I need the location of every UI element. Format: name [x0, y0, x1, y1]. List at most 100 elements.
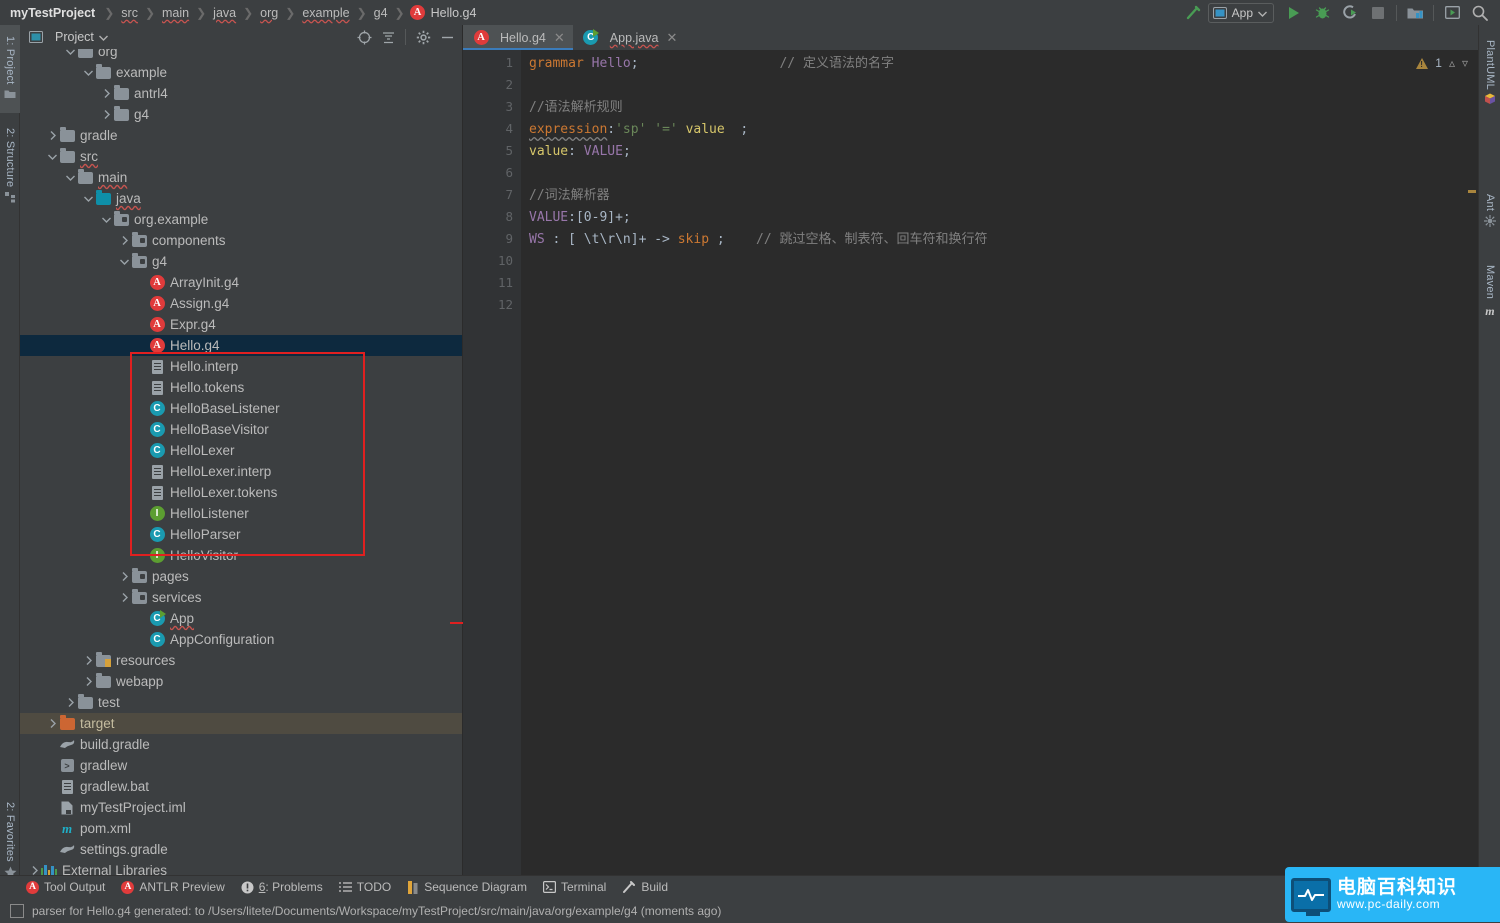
- tree-row-hellovisitor[interactable]: I HelloVisitor: [20, 545, 462, 566]
- tree-row-assign-g4[interactable]: A Assign.g4: [20, 293, 462, 314]
- bottom-tab-tool-output[interactable]: A Tool Output: [26, 880, 105, 894]
- tree-expand-arrow[interactable]: [46, 129, 59, 142]
- tree-expand-arrow[interactable]: [100, 213, 113, 226]
- breadcrumb-item-main[interactable]: main: [160, 6, 191, 20]
- tree-expand-arrow[interactable]: [118, 255, 131, 268]
- tree-row-appconfiguration[interactable]: C AppConfiguration: [20, 629, 462, 650]
- tree-row-components[interactable]: components: [20, 230, 462, 251]
- breadcrumb-file[interactable]: Hello.g4: [431, 6, 477, 20]
- tree-row-gradlew[interactable]: > gradlew: [20, 755, 462, 776]
- tree-row-pom-xml[interactable]: m pom.xml: [20, 818, 462, 839]
- inspection-widget[interactable]: 1 ▵ ▿: [1416, 56, 1468, 70]
- tree-row-arrayinit-g4[interactable]: A ArrayInit.g4: [20, 272, 462, 293]
- sidebar-item-plantuml[interactable]: PlantUML: [1479, 29, 1500, 119]
- tree-expand-arrow[interactable]: [118, 591, 131, 604]
- tree-expand-arrow[interactable]: [46, 150, 59, 163]
- tree-row-mytestproject-iml[interactable]: myTestProject.iml: [20, 797, 462, 818]
- tree-row-app[interactable]: C App: [20, 608, 462, 629]
- hide-icon[interactable]: [436, 27, 458, 47]
- tree-row-pages[interactable]: pages: [20, 566, 462, 587]
- bottom-tab-sequence-diagram[interactable]: Sequence Diagram: [407, 880, 527, 894]
- sidebar-item-maven[interactable]: Maven m: [1479, 255, 1500, 329]
- debug-icon[interactable]: [1308, 2, 1336, 24]
- tab-hello-g4[interactable]: A Hello.g4 ✕: [463, 25, 573, 50]
- tree-row-org[interactable]: org: [20, 49, 462, 62]
- run-configuration-selector[interactable]: App: [1207, 2, 1274, 23]
- chevron-down-icon[interactable]: ▿: [1462, 56, 1468, 70]
- sidebar-item-project[interactable]: 1: Project: [0, 25, 20, 113]
- tree-row-services[interactable]: services: [20, 587, 462, 608]
- breadcrumb-item-src[interactable]: src: [119, 6, 140, 20]
- tree-expand-arrow[interactable]: [118, 570, 131, 583]
- tree-row-hellolexer-interp[interactable]: HelloLexer.interp: [20, 461, 462, 482]
- build-hammer-icon[interactable]: [1180, 2, 1208, 24]
- tree-row-g4[interactable]: g4: [20, 104, 462, 125]
- tree-expand-arrow[interactable]: [100, 87, 113, 100]
- tree-row-expr-g4[interactable]: A Expr.g4: [20, 314, 462, 335]
- sidebar-item-structure[interactable]: 2: Structure: [0, 117, 20, 217]
- tree-row-resources[interactable]: resources: [20, 650, 462, 671]
- search-everywhere-icon[interactable]: [1466, 2, 1494, 24]
- event-log-icon[interactable]: [10, 903, 24, 918]
- tree-expand-arrow[interactable]: [64, 696, 77, 709]
- tree-row-main[interactable]: main: [20, 167, 462, 188]
- breadcrumb-item-java[interactable]: java: [211, 6, 238, 20]
- settings-gear-icon[interactable]: [412, 27, 434, 47]
- tree-row-hello-interp[interactable]: Hello.interp: [20, 356, 462, 377]
- breadcrumb-item-g4[interactable]: g4: [372, 6, 390, 20]
- project-file-tree[interactable]: org example antrl4 g4 gradle src main java org.e…: [20, 49, 462, 887]
- bottom-tab-todo[interactable]: TODO: [338, 880, 391, 894]
- tree-row-hellolistener[interactable]: I HelloListener: [20, 503, 462, 524]
- bottom-tab-terminal[interactable]: Terminal: [542, 880, 606, 894]
- locate-icon[interactable]: [353, 27, 375, 47]
- close-icon[interactable]: ✕: [554, 30, 565, 46]
- breadcrumb-item-example[interactable]: example: [300, 6, 351, 20]
- tree-row-hellolexer[interactable]: C HelloLexer: [20, 440, 462, 461]
- bottom-tab-6-problems[interactable]: 6: Problems: [241, 880, 323, 894]
- tree-row-settings-gradle[interactable]: settings.gradle: [20, 839, 462, 860]
- tab-app-java[interactable]: C App.java ✕: [573, 25, 686, 50]
- tree-row-g4[interactable]: g4: [20, 251, 462, 272]
- run-with-coverage-icon[interactable]: [1336, 2, 1364, 24]
- chevron-up-icon[interactable]: ▵: [1449, 56, 1455, 70]
- tree-expand-arrow[interactable]: [82, 192, 95, 205]
- tree-row-gradlew-bat[interactable]: gradlew.bat: [20, 776, 462, 797]
- tree-row-java[interactable]: java: [20, 188, 462, 209]
- collapse-all-icon[interactable]: [377, 27, 399, 47]
- tree-expand-arrow[interactable]: [82, 66, 95, 79]
- tree-expand-arrow[interactable]: [100, 108, 113, 121]
- tree-expand-arrow[interactable]: [82, 654, 95, 667]
- tree-row-build-gradle[interactable]: build.gradle: [20, 734, 462, 755]
- open-console-icon[interactable]: [1438, 2, 1466, 24]
- tree-row-example[interactable]: example: [20, 62, 462, 83]
- tree-expand-arrow[interactable]: [118, 234, 131, 247]
- breadcrumb-project[interactable]: myTestProject: [8, 6, 99, 20]
- tree-row-org-example[interactable]: org.example: [20, 209, 462, 230]
- tree-row-src[interactable]: src: [20, 146, 462, 167]
- bottom-tab-build[interactable]: Build: [622, 880, 668, 894]
- breadcrumb-item-org[interactable]: org: [258, 6, 280, 20]
- tree-expand-arrow[interactable]: [82, 675, 95, 688]
- close-icon[interactable]: ✕: [666, 30, 677, 46]
- tree-row-test[interactable]: test: [20, 692, 462, 713]
- bottom-tab-antlr-preview[interactable]: A ANTLR Preview: [121, 880, 225, 894]
- tree-row-antrl4[interactable]: antrl4: [20, 83, 462, 104]
- tree-row-hellobaselistener[interactable]: C HelloBaseListener: [20, 398, 462, 419]
- inspection-marker[interactable]: [1468, 190, 1476, 193]
- tree-expand-arrow[interactable]: [64, 171, 77, 184]
- project-structure-icon[interactable]: [1401, 2, 1429, 24]
- tree-row-webapp[interactable]: webapp: [20, 671, 462, 692]
- tree-row-helloparser[interactable]: C HelloParser: [20, 524, 462, 545]
- tree-row-hello-g4[interactable]: A Hello.g4: [20, 335, 462, 356]
- tree-row-hellobasevisitor[interactable]: C HelloBaseVisitor: [20, 419, 462, 440]
- tree-row-target[interactable]: target: [20, 713, 462, 734]
- code-editor[interactable]: 1 2 3 4 5 6 7 8 9 10 11 12 grammar Hello; // 定义语法的名…: [463, 50, 1478, 887]
- tree-expand-arrow[interactable]: [64, 49, 77, 58]
- tree-row-hellolexer-tokens[interactable]: HelloLexer.tokens: [20, 482, 462, 503]
- chevron-down-icon[interactable]: [98, 28, 108, 46]
- run-icon[interactable]: [1280, 2, 1308, 24]
- sidebar-item-ant[interactable]: Ant: [1479, 185, 1500, 239]
- tree-row-gradle[interactable]: gradle: [20, 125, 462, 146]
- tree-expand-arrow[interactable]: [46, 717, 59, 730]
- tree-row-hello-tokens[interactable]: Hello.tokens: [20, 377, 462, 398]
